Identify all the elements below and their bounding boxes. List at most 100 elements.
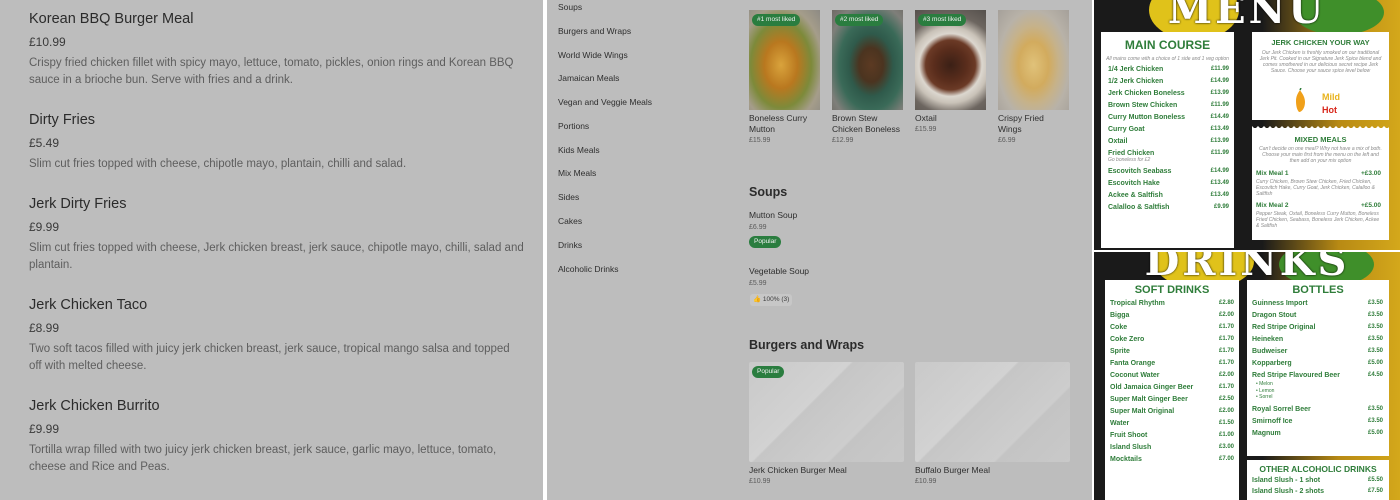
burger-item-card[interactable]: Popular Jerk Chicken Burger Meal £10.99 [749,362,904,485]
soft-drinks-sheet: SOFT DRINKS Tropical Rhythm £2.80 Bigga £2.… [1105,280,1239,500]
menu-item[interactable]: Dirty Fries £5.49 Slim cut fries topped … [29,111,524,173]
menu-row-price: £1.70 [1218,324,1234,330]
dish-photo: #1 most liked [749,10,820,110]
mixed-meals-description: Can't decide on one meal? Why not have a… [1259,146,1382,164]
soft-drinks-list: Tropical Rhythm £2.80 Bigga £2.00 Coke £1.70 C… [1105,296,1239,463]
menu-item-name: Korean BBQ Burger Meal [29,11,194,27]
item-name-mutton-soup[interactable]: Mutton Soup [749,210,797,220]
menu-row-name: Island Slush - 2 shots [1252,488,1324,495]
menu-row: Super Malt Ginger Beer £2.50 [1110,396,1234,403]
menu-row: Bigga £2.00 [1110,312,1234,319]
popular-item-card[interactable]: #2 most liked Brown Stew Chicken Boneles… [832,10,903,144]
category-link-world-wide-wings[interactable]: World Wide Wings [558,50,628,61]
menu-row-price: £5.00 [1367,360,1383,366]
rank-badge: #1 most liked [752,14,801,26]
item-price: £6.99 [749,224,767,231]
thumbs-up-icon: 👍 [753,296,762,303]
menu-row-price: £11.99 [1210,150,1229,156]
dish-price: £12.99 [832,137,854,144]
menu-row-price: £4.50 [1367,372,1383,378]
menu-row-name: Curry Mutton Boneless [1108,114,1186,121]
menu-row-price: £3.50 [1367,300,1383,306]
menu-row: Escovitch Seabass £14.99 [1108,168,1229,175]
popular-item-card[interactable]: #1 most liked Boneless Curry Mutton £15.… [749,10,820,144]
menu-row-price: £3.00 [1218,444,1234,450]
menu-item-description: Tortilla wrap filled with two juicy jerk… [29,444,497,473]
menu-item-description: Slim cut fries topped with cheese, Jerk … [29,242,524,271]
menu-row: Budweiser £3.50 [1252,348,1383,355]
menu-row: Brown Stew Chicken £11.99 [1108,102,1229,109]
placeholder-image [915,362,1070,462]
menu-row-name: Calalloo & Saltfish [1108,204,1170,211]
mixed-meals-heading: MIXED MEALS [1294,135,1347,144]
popular-item-card[interactable]: Crispy Fried Wings £6.99 [998,10,1069,144]
menu-row-price: £2.80 [1218,300,1234,306]
burger-item-card[interactable]: Buffalo Burger Meal £10.99 [915,362,1070,485]
category-link-burgers-wraps[interactable]: Burgers and Wraps [558,26,631,37]
popular-item-card[interactable]: #3 most liked Oxtail £15.99 [915,10,986,133]
menu-row-name: 1/2 Jerk Chicken [1108,78,1164,85]
menu-row-price: £1.00 [1218,432,1234,438]
menu-row-name: Kopparberg [1252,360,1292,367]
menu-row-price: £14.99 [1210,78,1229,84]
flavour-list: • Melon • Lemon • Sorrel [1252,381,1383,401]
category-link-alcoholic-drinks[interactable]: Alcoholic Drinks [558,264,618,275]
drinks-menu-poster: DRINKS SOFT DRINKS Tropical Rhythm £2.80 B… [1094,252,1400,500]
category-link-sides[interactable]: Sides [558,192,579,203]
menu-row-name: Super Malt Original [1110,408,1175,415]
main-course-note: All mains come with a choice of 1 side a… [1106,56,1229,62]
menu-row-name: Red Stripe Flavoured Beer [1252,372,1340,379]
category-link-mix-meals[interactable]: Mix Meals [558,168,596,179]
menu-item[interactable]: Jerk Dirty Fries £9.99 Slim cut fries to… [29,195,524,274]
menu-row-price: £13.99 [1210,90,1229,96]
menu-row: Guinness Import £3.50 [1252,300,1383,307]
menu-row-price: £1.70 [1218,348,1234,354]
menu-row: Old Jamaica Ginger Beer £1.70 [1110,384,1234,391]
menu-row: Royal Sorrel Beer £3.50 [1252,406,1383,413]
menu-row-description: Curry Chicken, Brown Stew Chicken, Fried… [1256,179,1375,197]
dish-photo: #2 most liked [832,10,903,110]
category-link-cakes[interactable]: Cakes [558,216,582,227]
menu-row-price: £3.50 [1367,405,1383,412]
category-link-soups[interactable]: Soups [558,2,582,13]
menu-item[interactable]: Korean BBQ Burger Meal £10.99 Crispy fri… [29,10,524,89]
menu-row-price: £2.00 [1218,372,1234,378]
menu-item[interactable]: Jerk Chicken Burrito £9.99 Tortilla wrap… [29,397,524,476]
menu-row-price: £2.50 [1218,396,1234,402]
category-link-drinks[interactable]: Drinks [558,240,582,251]
dish-price: £10.99 [749,478,771,485]
menu-row-name: Fanta Orange [1110,360,1156,367]
jerk-chicken-description: Our Jerk Chicken is freshly smoked on ou… [1259,50,1382,74]
category-link-kids-meals[interactable]: Kids Meals [558,145,600,156]
menu-row-name: Mix Meal 2 [1256,202,1289,209]
menu-row-name: Guinness Import [1252,300,1308,307]
menu-item-price: £9.99 [29,220,60,234]
menu-row-name: Red Stripe Original [1252,324,1316,331]
menu-row-name: Mix Meal 1 [1256,170,1289,177]
menu-row-name: Budweiser [1252,348,1288,355]
menu-row: Super Malt Original £2.00 [1110,408,1234,415]
menu-row-price: £7.50 [1367,488,1383,494]
main-course-heading: MAIN COURSE [1124,38,1211,52]
menu-item-list-panel: Korean BBQ Burger Meal £10.99 Crispy fri… [0,0,543,500]
dish-name: Buffalo Burger Meal [915,465,990,475]
item-name-vegetable-soup[interactable]: Vegetable Soup [749,266,809,276]
menu-row-name: Oxtail [1108,138,1128,145]
menu-row-name: Fried Chicken [1108,150,1155,157]
menu-row: Island Slush - 2 shots £7.50 [1252,488,1383,495]
menu-row: Fruit Shoot £1.00 [1110,432,1234,439]
menu-row: Red Stripe Flavoured Beer £4.50 [1252,372,1383,379]
menu-item-name: Jerk Chicken Taco [29,297,148,313]
dish-price: £15.99 [915,126,937,133]
menu-item-description: Crispy fried chicken fillet with spicy m… [29,57,514,86]
other-alcoholic-sheet: OTHER ALCOHOLIC DRINKS Island Slush - 1 … [1247,460,1389,500]
category-link-vegan-veggie[interactable]: Vegan and Veggie Meals [558,97,652,108]
menu-row-price: £1.70 [1218,384,1234,390]
menu-item-name: Dirty Fries [29,112,96,128]
menu-row: Kopparberg £5.00 [1252,360,1383,367]
menu-item[interactable]: Jerk Chicken Taco £8.99 Two soft tacos f… [29,296,524,375]
menu-item-price: £9.99 [29,422,60,436]
category-link-jamaican-meals[interactable]: Jamaican Meals [558,73,619,84]
flavour-item: • Sorrel [1256,394,1273,400]
category-link-portions[interactable]: Portions [558,121,589,132]
